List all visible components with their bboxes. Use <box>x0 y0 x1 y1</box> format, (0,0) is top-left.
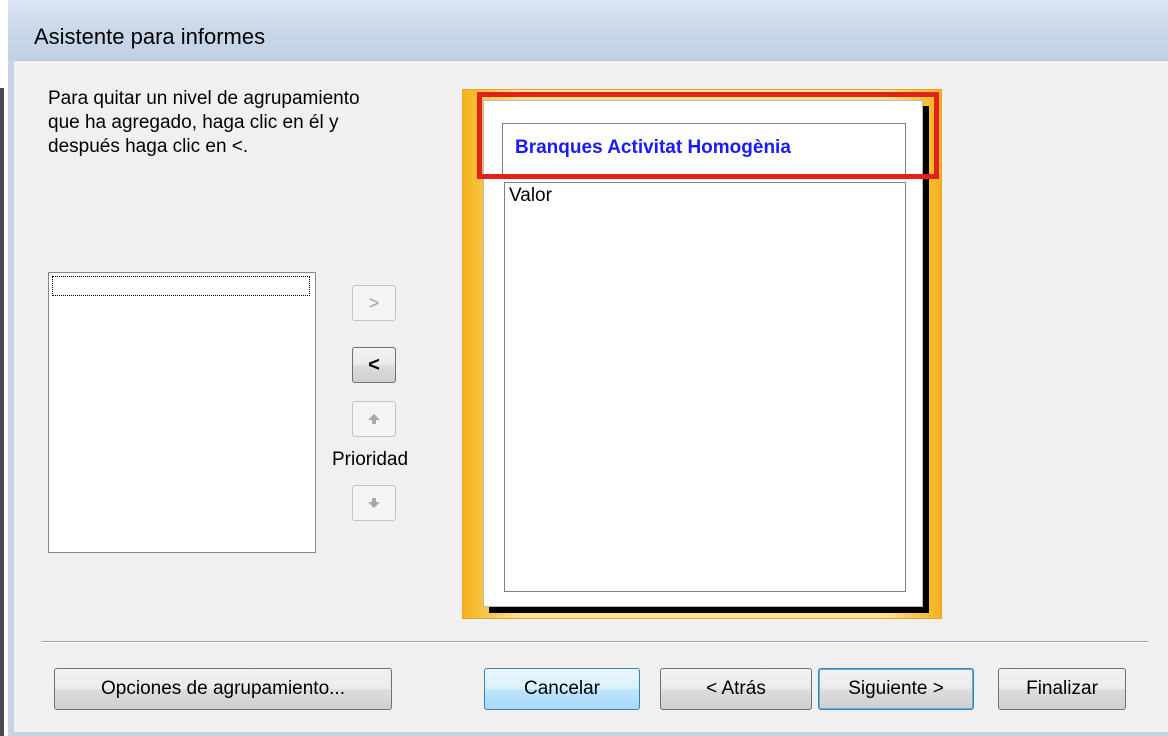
title-bar[interactable]: Asistente para informes <box>8 0 1168 60</box>
remove-group-button[interactable]: < <box>352 347 396 383</box>
cancel-label: Cancelar <box>523 678 601 699</box>
add-group-button[interactable]: > <box>352 285 396 321</box>
grouping-options-button[interactable]: Opciones de agrupamiento... <box>54 668 392 710</box>
back-button[interactable]: < Atrás <box>660 668 812 710</box>
back-label: < Atrás <box>706 678 766 699</box>
list-focus-item[interactable] <box>52 276 310 296</box>
instructions-text: Para quitar un nivel de agrupamiento que… <box>48 88 360 157</box>
priority-up-button[interactable] <box>352 401 396 437</box>
next-label: Siguiente > <box>848 678 944 699</box>
priority-down-button[interactable] <box>352 485 396 521</box>
priority-label: Prioridad <box>332 449 409 470</box>
arrow-up-icon <box>368 414 380 424</box>
remove-group-label: < <box>368 353 380 376</box>
report-wizard-dialog: Asistente para informes Para quitar un n… <box>8 0 1168 736</box>
finish-button[interactable]: Finalizar <box>998 668 1126 710</box>
preview-detail-section: Valor <box>504 182 906 592</box>
separator-line <box>42 641 1148 643</box>
highlight-annotation <box>477 92 939 179</box>
arrow-down-icon <box>368 498 380 508</box>
cancel-button[interactable]: Cancelar <box>484 668 640 710</box>
grouping-levels-list[interactable] <box>48 272 316 553</box>
finish-label: Finalizar <box>1026 678 1098 699</box>
next-button[interactable]: Siguiente > <box>818 668 974 710</box>
detail-field-label: Valor <box>509 185 552 206</box>
add-group-label: > <box>368 292 380 313</box>
background-edge-dark <box>0 88 4 736</box>
report-preview: Branques Activitat Homogènia Valor <box>462 89 942 619</box>
dialog-content: Para quitar un nivel de agrupamiento que… <box>14 60 1168 732</box>
grouping-options-label: Opciones de agrupamiento... <box>101 678 345 699</box>
window-title: Asistente para informes <box>34 24 266 49</box>
